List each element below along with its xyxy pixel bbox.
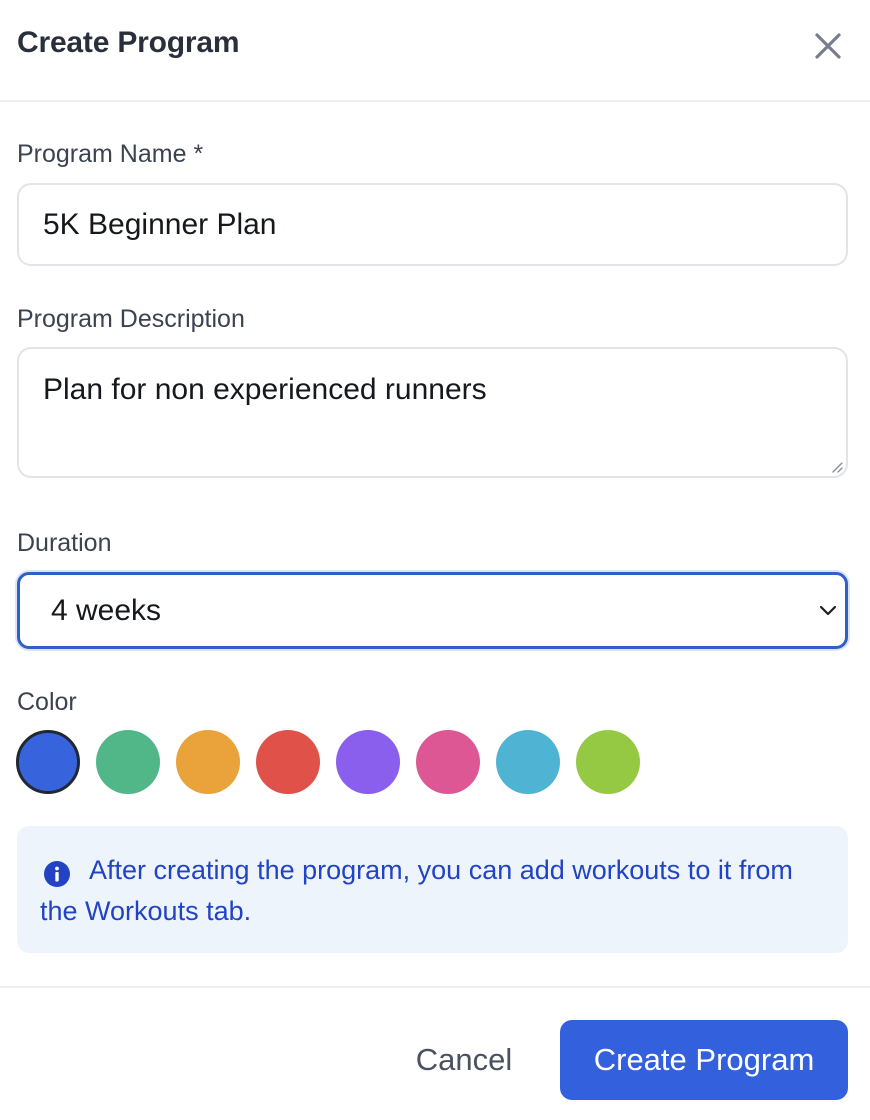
color-swatch-orange[interactable]: [176, 730, 240, 794]
duration-selected-value: 4 weeks: [51, 594, 162, 627]
color-swatch-lime[interactable]: [576, 730, 640, 794]
info-callout: After creating the program, you can add …: [17, 826, 848, 953]
cancel-button[interactable]: Cancel: [396, 1020, 532, 1100]
dialog-title: Create Program: [17, 26, 240, 59]
footer-divider: [0, 986, 870, 988]
create-program-dialog: Create Program Program Name * 5K Beginne…: [0, 0, 870, 1120]
program-description-value: Plan for non experienced runners: [43, 373, 487, 406]
program-name-input[interactable]: 5K Beginner Plan: [17, 183, 848, 266]
program-description-label: Program Description: [17, 305, 245, 333]
info-text: After creating the program, you can add …: [40, 855, 793, 926]
color-swatch-pink[interactable]: [416, 730, 480, 794]
color-swatch-blue[interactable]: [16, 730, 80, 794]
dialog-header: Create Program: [0, 0, 870, 102]
color-label: Color: [17, 688, 77, 716]
color-swatch-green[interactable]: [96, 730, 160, 794]
close-icon: [815, 33, 841, 59]
color-swatch-cyan[interactable]: [496, 730, 560, 794]
color-swatch-red[interactable]: [256, 730, 320, 794]
create-program-button[interactable]: Create Program: [560, 1020, 848, 1100]
chevron-down-icon: [819, 605, 837, 616]
close-button[interactable]: [808, 26, 848, 66]
duration-label: Duration: [17, 529, 112, 557]
duration-select[interactable]: 4 weeks: [17, 572, 848, 649]
program-name-label: Program Name *: [17, 140, 204, 168]
program-description-textarea[interactable]: Plan for non experienced runners: [17, 347, 848, 478]
color-swatch-purple[interactable]: [336, 730, 400, 794]
resize-handle-icon[interactable]: [829, 459, 843, 473]
